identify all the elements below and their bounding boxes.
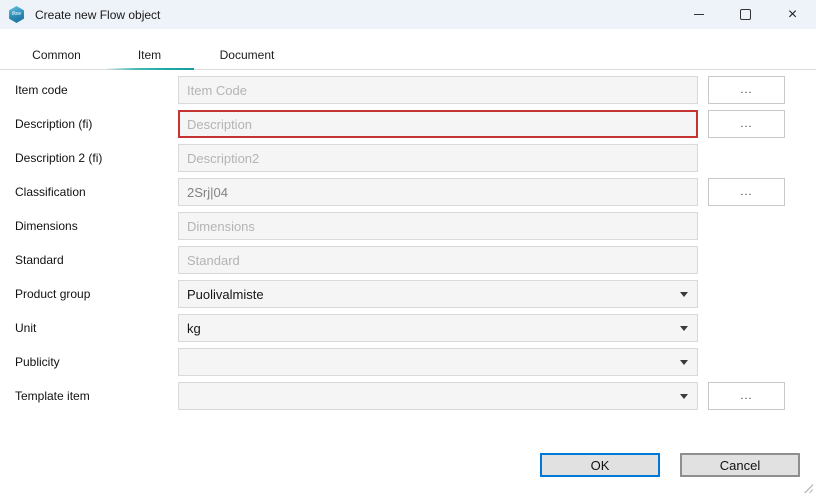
browse-button-classification[interactable]: ... (708, 178, 785, 206)
minimize-button[interactable] (675, 0, 722, 29)
field-label-description-fi: Description (fi) (0, 117, 178, 131)
window-title: Create new Flow object (35, 8, 160, 22)
chevron-down-icon (680, 360, 688, 365)
minimize-icon (694, 14, 704, 15)
field-label-item-code: Item code (0, 83, 178, 97)
chevron-down-icon (680, 292, 688, 297)
flow-hexagon-icon: flow (8, 6, 25, 23)
form-row-standard: Standard (0, 246, 816, 274)
cancel-button[interactable]: Cancel (680, 453, 800, 477)
field-label-publicity: Publicity (0, 355, 178, 369)
browse-button-item-code[interactable]: ... (708, 76, 785, 104)
tab-item[interactable]: Item (103, 48, 196, 69)
dropdown-template-item[interactable] (178, 382, 698, 410)
tabstrip: Common Item Document (0, 29, 816, 70)
form-row-classification: Classification... (0, 178, 816, 206)
dropdown-value: kg (187, 321, 201, 336)
dropdown-product-group[interactable]: Puolivalmiste (178, 280, 698, 308)
text-field-item-code[interactable] (178, 76, 698, 104)
form-row-product-group: Product group Puolivalmiste (0, 280, 816, 308)
field-label-dimensions: Dimensions (0, 219, 178, 233)
text-field-classification[interactable] (178, 178, 698, 206)
form-row-dimensions: Dimensions (0, 212, 816, 240)
form-row-unit: Unitkg (0, 314, 816, 342)
maximize-button[interactable] (722, 0, 769, 29)
dropdown-unit[interactable]: kg (178, 314, 698, 342)
form-row-description-2-fi: Description 2 (fi) (0, 144, 816, 172)
text-field-dimensions[interactable] (178, 212, 698, 240)
form-row-publicity: Publicity (0, 348, 816, 376)
maximize-icon (740, 9, 751, 20)
form-row-description-fi: Description (fi)... (0, 110, 816, 138)
text-field-description-fi[interactable] (178, 110, 698, 138)
dropdown-publicity[interactable] (178, 348, 698, 376)
flow-app-icon: flow (8, 6, 25, 23)
window-controls: × (675, 0, 816, 29)
text-field-standard[interactable] (178, 246, 698, 274)
titlebar: flow Create new Flow object × (0, 0, 816, 29)
tab-document[interactable]: Document (196, 48, 298, 69)
tab-common[interactable]: Common (10, 48, 103, 69)
form: Item code...Description (fi)...Descripti… (0, 70, 816, 410)
field-label-product-group: Product group (0, 287, 178, 301)
dialog-window: flow Create new Flow object × Common Ite… (0, 0, 816, 496)
resize-grip-icon[interactable] (803, 483, 813, 493)
field-label-unit: Unit (0, 321, 178, 335)
browse-button-description-fi[interactable]: ... (708, 110, 785, 138)
ok-button[interactable]: OK (540, 453, 660, 477)
close-button[interactable]: × (769, 0, 816, 29)
field-label-standard: Standard (0, 253, 178, 267)
chevron-down-icon (680, 326, 688, 331)
browse-button-template-item[interactable]: ... (708, 382, 785, 410)
dropdown-value: Puolivalmiste (187, 287, 264, 302)
text-field-description-2-fi[interactable] (178, 144, 698, 172)
close-icon: × (788, 7, 797, 23)
chevron-down-icon (680, 394, 688, 399)
form-row-item-code: Item code... (0, 76, 816, 104)
field-label-template-item: Template item (0, 389, 178, 403)
field-label-classification: Classification (0, 185, 178, 199)
form-row-template-item: Template item... (0, 382, 816, 410)
field-label-description-2-fi: Description 2 (fi) (0, 151, 178, 165)
